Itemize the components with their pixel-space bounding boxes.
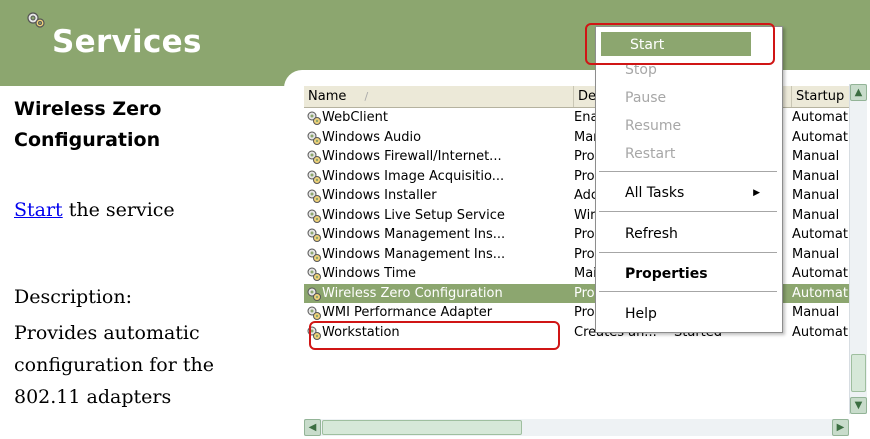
service-startup-type: Manual xyxy=(792,149,840,164)
gear-icon xyxy=(306,208,322,224)
gear-icon xyxy=(306,247,322,263)
horizontal-scroll-thumb[interactable] xyxy=(322,420,522,435)
gear-icon xyxy=(306,149,322,165)
menu-separator xyxy=(599,252,777,253)
service-name: Windows Time xyxy=(322,266,416,281)
menu-separator xyxy=(599,211,777,212)
column-header-name[interactable]: Name / xyxy=(304,86,574,107)
service-startup-type: Automat xyxy=(792,324,848,340)
service-name: Windows Installer xyxy=(322,188,437,203)
horizontal-scrollbar[interactable]: ◀ ▶ xyxy=(304,419,849,436)
start-service-link[interactable]: Start xyxy=(14,199,63,221)
scroll-up-icon[interactable]: ▲ xyxy=(850,84,867,101)
gear-icon xyxy=(306,227,322,243)
description-label: Description: xyxy=(14,286,132,308)
sort-arrow-icon: / xyxy=(364,90,369,103)
service-startup-type: Automat xyxy=(792,285,848,301)
menu-item-resume: Resume xyxy=(625,118,682,134)
service-startup-type: Manual xyxy=(792,305,840,320)
menu-item-restart: Restart xyxy=(625,146,676,162)
column-header-startup[interactable]: Startup xyxy=(792,86,849,107)
service-startup-type: Manual xyxy=(792,246,840,262)
context-menu: Start Stop Pause Resume Restart All Task… xyxy=(595,26,783,333)
start-service-suffix: the service xyxy=(62,199,175,221)
service-name: Windows Management Ins... xyxy=(322,246,506,262)
menu-item-refresh[interactable]: Refresh xyxy=(596,221,782,247)
service-title: Wireless Zero Configuration xyxy=(14,98,162,151)
gear-icon xyxy=(306,188,322,204)
service-name: Windows Firewall/Internet... xyxy=(322,149,502,164)
service-startup-type: Automat xyxy=(792,129,848,145)
submenu-arrow-icon: ▶ xyxy=(753,188,760,198)
gear-icon xyxy=(306,110,322,126)
gear-icon xyxy=(306,130,322,146)
gears-icon xyxy=(27,12,45,28)
menu-item-pause: Pause xyxy=(625,90,667,106)
vertical-scroll-thumb[interactable] xyxy=(851,354,866,392)
start-highlight-box xyxy=(585,23,775,65)
service-startup-type: Automat xyxy=(792,110,848,125)
service-startup-type: Manual xyxy=(792,168,840,184)
column-header-name-label: Name xyxy=(308,89,347,104)
menu-separator xyxy=(599,171,777,172)
selected-service-highlight-box xyxy=(309,321,560,350)
scroll-right-icon[interactable]: ▶ xyxy=(832,419,849,436)
service-name: Windows Image Acquisitio... xyxy=(322,168,505,184)
menu-separator xyxy=(599,291,777,292)
service-name: WebClient xyxy=(322,110,388,125)
scroll-left-icon[interactable]: ◀ xyxy=(304,419,321,436)
menu-item-all-tasks[interactable]: All Tasks ▶ xyxy=(596,180,782,206)
menu-item-all-tasks-label: All Tasks xyxy=(625,185,685,201)
start-service-line: Start the service xyxy=(14,199,175,221)
menu-item-help[interactable]: Help xyxy=(596,301,782,327)
description-text: Provides automatic configuration for the… xyxy=(14,322,214,408)
service-name: Windows Audio xyxy=(322,129,422,145)
gear-icon xyxy=(306,169,322,185)
service-name: WMI Performance Adapter xyxy=(322,305,493,320)
service-startup-type: Automat xyxy=(792,227,848,242)
gear-icon xyxy=(306,266,322,282)
service-name: Windows Management Ins... xyxy=(322,227,506,242)
gear-icon xyxy=(306,305,322,321)
description-pane: Wireless Zero Configuration Start the se… xyxy=(0,86,284,439)
page-title: Services xyxy=(52,24,202,60)
gear-icon xyxy=(306,286,322,302)
menu-item-properties[interactable]: Properties xyxy=(596,261,782,287)
vertical-scrollbar[interactable]: ▲ ▼ xyxy=(849,84,867,414)
service-name: Wireless Zero Configuration xyxy=(322,285,503,301)
service-startup-type: Manual xyxy=(792,207,840,223)
service-name: Windows Live Setup Service xyxy=(322,207,505,223)
service-startup-type: Manual xyxy=(792,188,840,203)
service-startup-type: Automat xyxy=(792,266,848,281)
scroll-down-icon[interactable]: ▼ xyxy=(850,397,867,414)
